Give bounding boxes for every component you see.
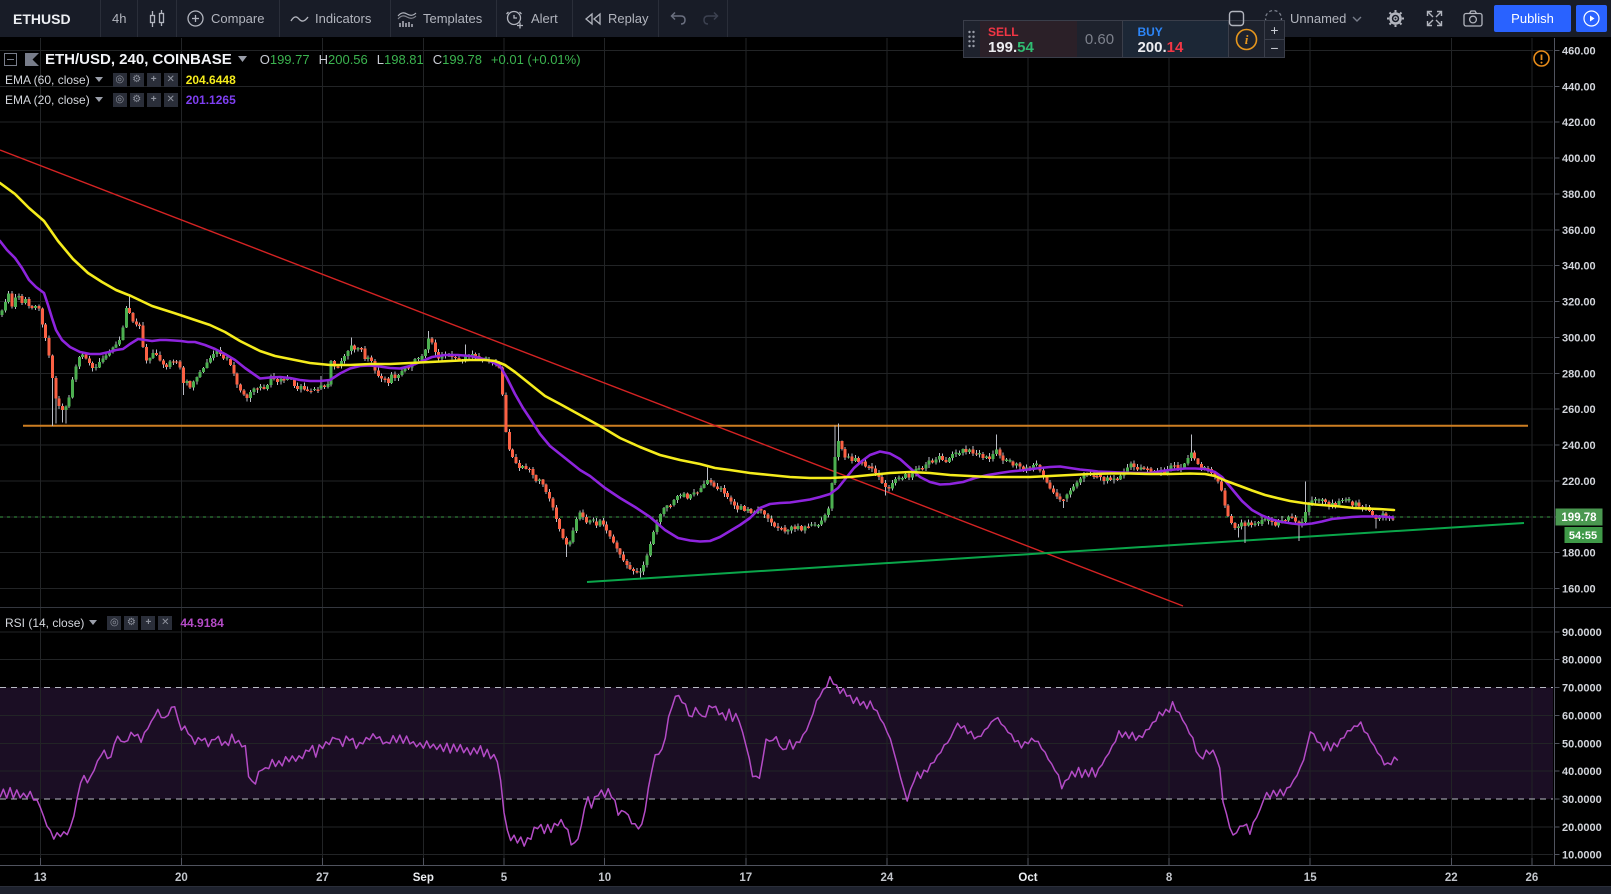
svg-text:22: 22 <box>1445 872 1458 884</box>
svg-text:10.0000: 10.0000 <box>1562 850 1602 862</box>
svg-text:13: 13 <box>34 872 47 884</box>
svg-text:27: 27 <box>316 872 329 884</box>
svg-text:26: 26 <box>1526 872 1539 884</box>
svg-text:10: 10 <box>598 872 611 884</box>
svg-text:30.0000: 30.0000 <box>1562 794 1602 806</box>
svg-text:260.00: 260.00 <box>1562 404 1596 416</box>
svg-text:Sep: Sep <box>413 872 434 884</box>
svg-text:50.0000: 50.0000 <box>1562 738 1602 750</box>
svg-text:440.00: 440.00 <box>1562 81 1596 93</box>
svg-text:280.00: 280.00 <box>1562 368 1596 380</box>
svg-text:Oct: Oct <box>1018 872 1037 884</box>
svg-text:20.0000: 20.0000 <box>1562 822 1602 834</box>
svg-text:40.0000: 40.0000 <box>1562 766 1602 778</box>
svg-text:90.0000: 90.0000 <box>1562 627 1602 639</box>
svg-text:160.00: 160.00 <box>1562 584 1596 596</box>
svg-text:380.00: 380.00 <box>1562 189 1596 201</box>
svg-text:240.00: 240.00 <box>1562 440 1596 452</box>
svg-text:15: 15 <box>1304 872 1317 884</box>
svg-text:20: 20 <box>175 872 188 884</box>
svg-text:60.0000: 60.0000 <box>1562 710 1602 722</box>
svg-text:300.00: 300.00 <box>1562 333 1596 345</box>
svg-text:180.00: 180.00 <box>1562 548 1596 560</box>
svg-text:54:55: 54:55 <box>1569 530 1597 542</box>
svg-text:i: i <box>1245 32 1249 47</box>
svg-text:220.00: 220.00 <box>1562 476 1596 488</box>
svg-text:460.00: 460.00 <box>1562 46 1596 58</box>
svg-text:400.00: 400.00 <box>1562 153 1596 165</box>
svg-text:17: 17 <box>739 872 752 884</box>
svg-text:80.0000: 80.0000 <box>1562 655 1602 667</box>
svg-text:5: 5 <box>501 872 508 884</box>
svg-text:420.00: 420.00 <box>1562 117 1596 129</box>
svg-text:70.0000: 70.0000 <box>1562 683 1602 695</box>
svg-text:360.00: 360.00 <box>1562 225 1596 237</box>
svg-text:24: 24 <box>881 872 894 884</box>
svg-text:340.00: 340.00 <box>1562 261 1596 273</box>
svg-text:320.00: 320.00 <box>1562 297 1596 309</box>
svg-text:8: 8 <box>1166 872 1173 884</box>
svg-text:199.78: 199.78 <box>1561 512 1597 524</box>
